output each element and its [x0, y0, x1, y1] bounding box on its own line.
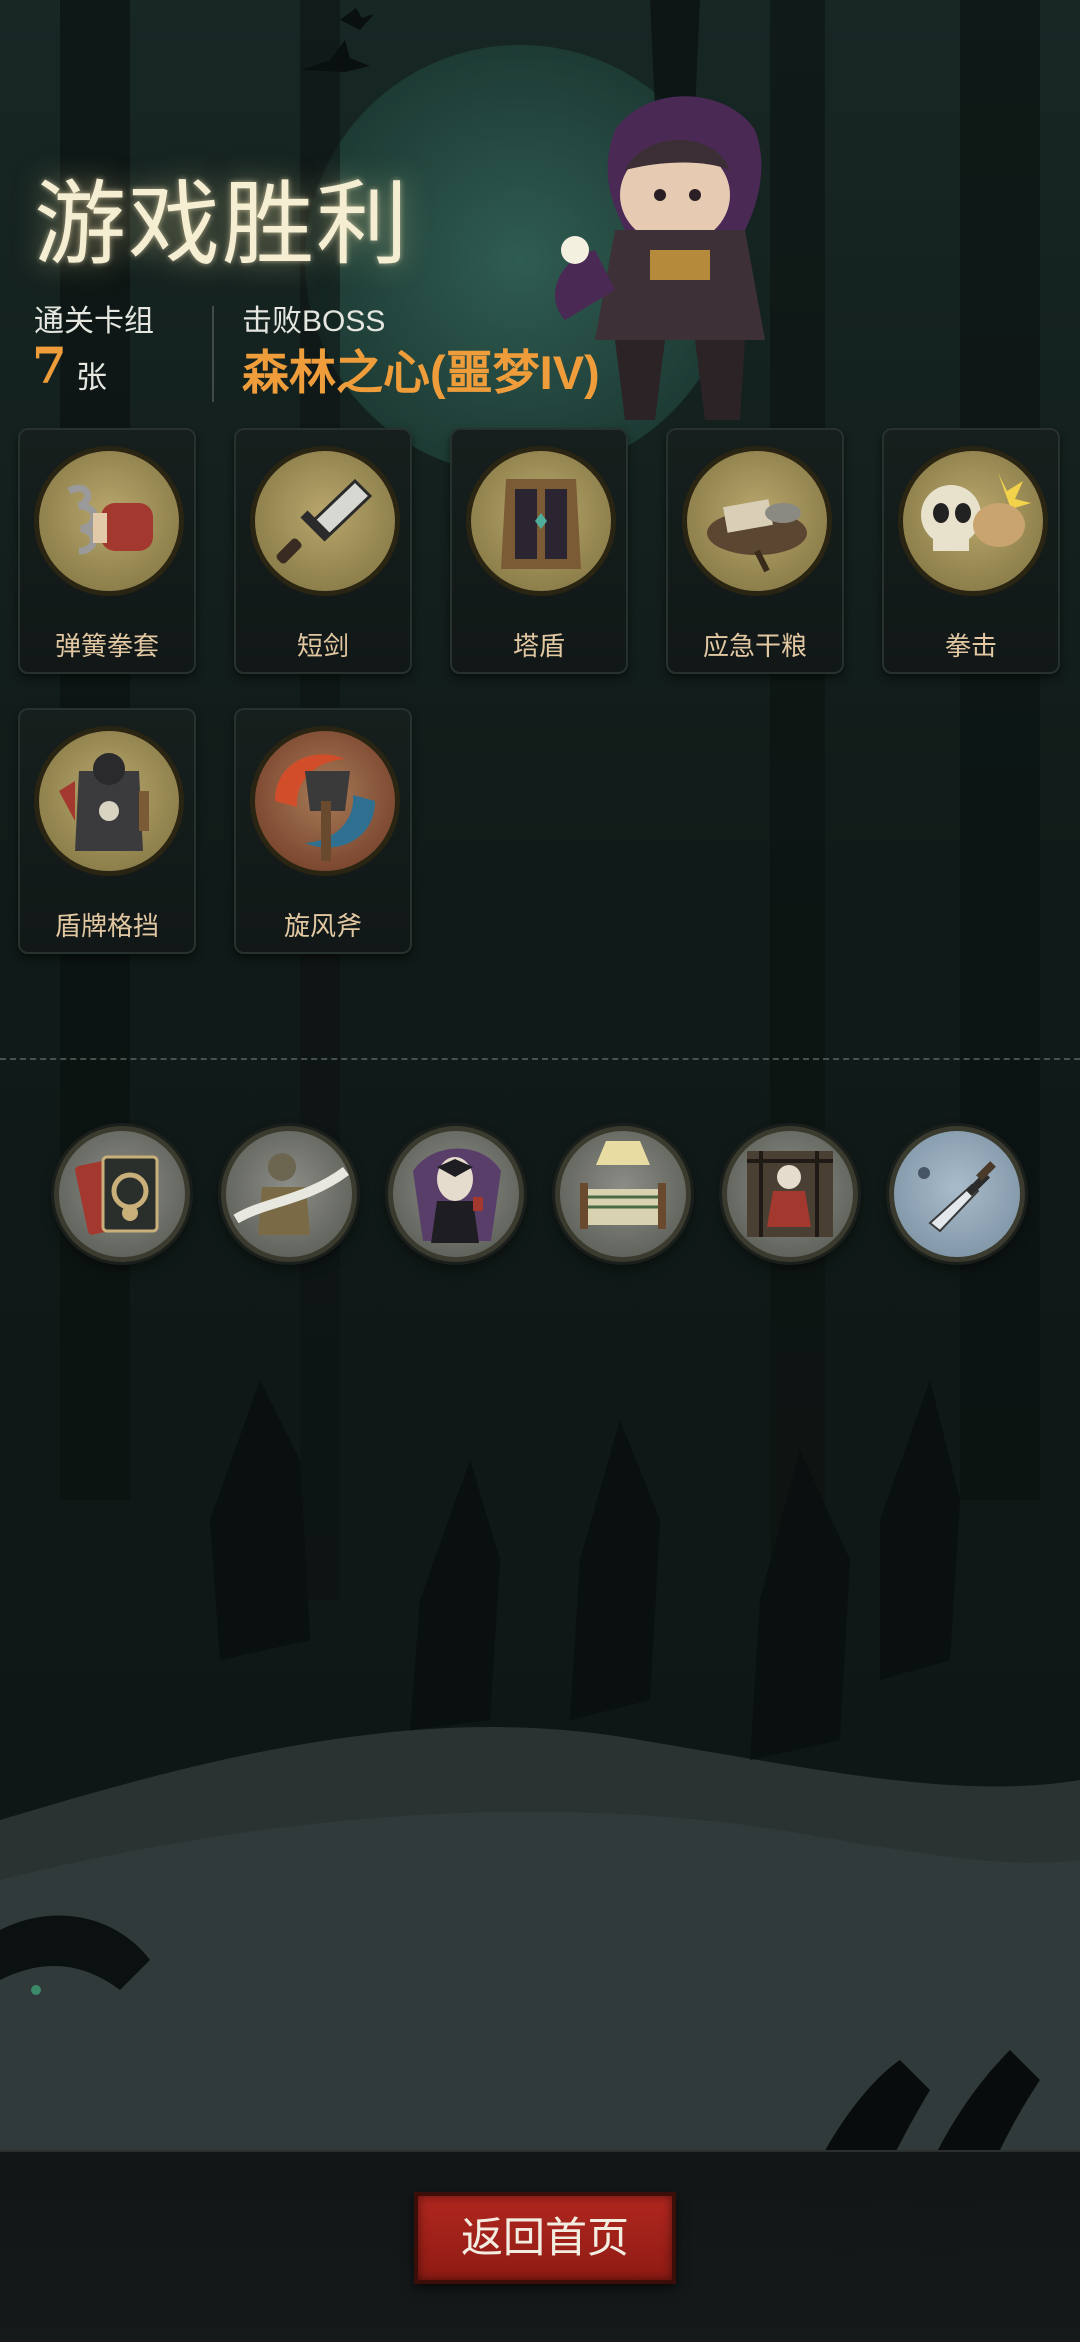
- vampire-icon: [413, 1148, 501, 1243]
- dagger-icon: [918, 1161, 996, 1233]
- card-name: 盾牌格挡: [54, 911, 159, 941]
- stat-divider: [212, 306, 214, 402]
- deck-card-spring-glove[interactable]: 弹簧拳套: [18, 428, 196, 674]
- section-divider: [0, 1058, 1080, 1060]
- relic-skull-card[interactable]: [54, 1126, 190, 1262]
- whirlwind-axe-icon: [250, 726, 400, 876]
- skull-card-icon: [75, 1155, 159, 1235]
- relic-vampire[interactable]: [388, 1126, 524, 1262]
- deck-count-unit: 张: [76, 360, 107, 395]
- deck-card-short-sword[interactable]: 短剑: [234, 428, 412, 674]
- relic-girl-in-cage[interactable]: [722, 1126, 858, 1262]
- relic-boxing-ring[interactable]: [555, 1126, 691, 1262]
- deck-card-shield-block[interactable]: 盾牌格挡: [18, 708, 196, 954]
- deck-count: 7: [32, 336, 67, 395]
- card-name: 短剑: [296, 631, 349, 661]
- girl-in-cage-icon: [747, 1151, 833, 1237]
- spring-glove-icon: [34, 446, 184, 596]
- relic-dagger[interactable]: [889, 1126, 1025, 1262]
- warrior-slash-icon: [233, 1153, 349, 1235]
- tower-shield-icon: [466, 446, 616, 596]
- card-name: 应急干粮: [702, 631, 807, 661]
- relic-warrior-slash[interactable]: [221, 1126, 357, 1262]
- card-name: 拳击: [944, 631, 997, 661]
- deck-card-punch[interactable]: 拳击: [882, 428, 1060, 674]
- short-sword-icon: [250, 446, 400, 596]
- card-name: 弹簧拳套: [54, 631, 159, 661]
- boss-name: 森林之心(噩梦IV): [242, 346, 600, 399]
- card-name: 旋风斧: [283, 911, 362, 941]
- deck-card-tower-shield[interactable]: 塔盾: [450, 428, 628, 674]
- shield-block-icon: [34, 726, 184, 876]
- emergency-rations-icon: [682, 446, 832, 596]
- deck-label: 通关卡组: [34, 305, 154, 338]
- return-home-button[interactable]: 返回首页: [414, 2192, 676, 2284]
- card-name: 塔盾: [512, 631, 565, 661]
- boxing-ring-icon: [580, 1141, 666, 1229]
- deck-card-emergency-rations[interactable]: 应急干粮: [666, 428, 844, 674]
- punch-icon: [898, 446, 1048, 596]
- victory-title: 游戏胜利: [34, 171, 411, 278]
- deck-card-whirlwind-axe[interactable]: 旋风斧: [234, 708, 412, 954]
